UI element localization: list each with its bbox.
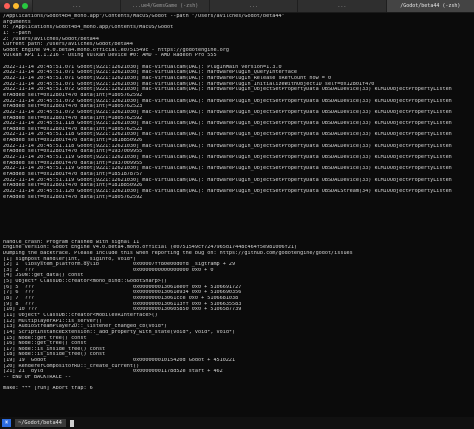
terminal-line: make: *** [run] Abort trap: 6 xyxy=(3,386,93,392)
prompt-bar: ⌘ ~/Godot/beta44 xyxy=(0,417,474,429)
close-button[interactable] xyxy=(4,3,10,9)
tab-1[interactable]: ... xyxy=(32,0,121,12)
tab-3[interactable]: ... xyxy=(208,0,298,12)
prompt-host-segment: ⌘ xyxy=(2,419,12,427)
terminal-window: ... ...ue4/GemsGame (-zsh) ... ... /Godo… xyxy=(0,0,474,429)
tab-bar: ... ...ue4/GemsGame (-zsh) ... ... /Godo… xyxy=(32,0,474,12)
tab-active[interactable]: /Godot/beta44 (-zsh) xyxy=(385,0,474,12)
title-bar: ... ...ue4/GemsGame (-zsh) ... ... /Godo… xyxy=(0,0,474,13)
prompt-path-segment: ~/Godot/beta44 xyxy=(15,419,66,427)
text-cursor[interactable] xyxy=(69,419,74,427)
maximize-button[interactable] xyxy=(22,3,28,9)
minimize-button[interactable] xyxy=(13,3,19,9)
tab-4[interactable]: ... xyxy=(297,0,386,12)
terminal-output[interactable]: /Applications/Godot4b4_mono.app"/Content… xyxy=(0,13,474,418)
window-controls xyxy=(0,3,32,9)
tab-2[interactable]: ...ue4/GemsGame (-zsh) xyxy=(120,0,209,12)
